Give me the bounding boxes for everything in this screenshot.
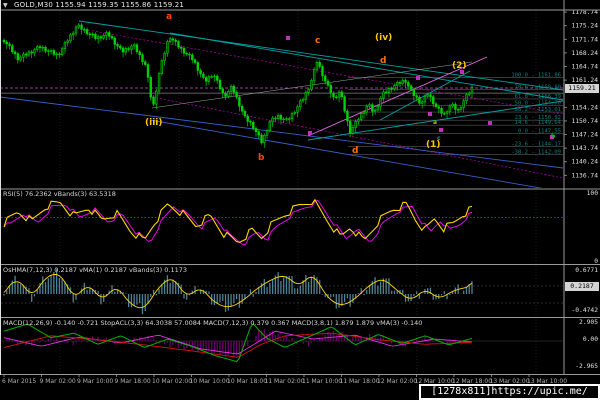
svg-text:1140.24: 1140.24 [571,159,598,166]
mt4-chart-window: a b c d d (iii) (iv) (1) (2) a c b 100.0 - 1161.86 78… [0,0,600,400]
svg-text:-38.2 - 1142.09: -38.2 - 1142.09 [511,150,561,156]
rsi-panel[interactable] [1,198,563,246]
svg-text:0: 0 [594,258,598,265]
oshma-panel-title: OsHMA(7,12,3) 0.2187 vMA(1) 0.2187 vBand… [3,266,187,274]
svg-text:38.2 - 1153.01: 38.2 - 1153.01 [515,107,561,113]
wave-label: c [437,135,441,142]
time-label: 10 Mar 18:00 [227,378,267,385]
wave-label: d [352,146,358,156]
time-label: 11 Mar 02:00 [265,378,305,385]
svg-text:100.0 - 1161.86: 100.0 - 1161.86 [511,73,561,79]
wave-labels: abcdd(iii)(iv)(1)(2)ac b [145,12,556,163]
svg-text:0.0 - 1147.55: 0.0 - 1147.55 [518,128,561,134]
chart-canvas[interactable]: abcdd(iii)(iv)(1)(2)ac b100.0 - 1161.8678… [0,0,600,400]
main-chart[interactable] [0,20,563,192]
chart-menu-icon[interactable]: ▼ [3,2,8,9]
symbol-ohlc-readout: GOLD,M30 1155.94 1159.35 1155.86 1159.21 [14,1,185,9]
svg-text:2.905: 2.905 [579,319,598,326]
wave-label: (iii) [145,118,162,128]
oshma-current-box: 0.2187 [565,282,599,291]
wave-label: a [166,12,172,22]
svg-text:0.6771: 0.6771 [575,267,598,274]
svg-text:61.8 - 1156.39: 61.8 - 1156.39 [515,94,561,100]
current-price-box: 1159.21 [565,84,599,93]
svg-text:1154.24: 1154.24 [571,104,598,111]
watermark: [1278x811]https://upic.me/ [419,384,600,400]
oshma-panel[interactable] [1,268,563,315]
svg-text:100: 100 [587,190,599,197]
time-label: 10 Mar 10:00 [190,378,230,385]
svg-text:1168.24: 1168.24 [571,50,598,57]
svg-text:1147.24: 1147.24 [571,132,598,139]
time-label: 11 Mar 18:00 [340,378,380,385]
time-label: 10 Mar 02:00 [152,378,192,385]
svg-text:1171.74: 1171.74 [571,36,598,43]
svg-text:14.6 - 1149.64: 14.6 - 1149.64 [515,120,562,126]
svg-text:-23.6 - 1144.17: -23.6 - 1144.17 [511,141,561,147]
svg-text:1143.74: 1143.74 [571,145,598,152]
wave-label: d [380,56,386,66]
time-label: 11 Mar 10:00 [302,378,342,385]
svg-text:1136.74: 1136.74 [571,172,598,179]
wave-label: (2) [452,61,467,71]
macd-panel-title: MACD(12,26,9) -0.140 -0.721 StopACL(3,3)… [3,319,423,327]
svg-text:1150.74: 1150.74 [571,118,598,125]
svg-text:1164.74: 1164.74 [571,64,598,71]
svg-text:-0.4742: -0.4742 [571,307,598,314]
svg-text:50.0 - 1154.70: 50.0 - 1154.70 [515,101,561,107]
time-label: 12 Mar 02:00 [377,378,417,385]
svg-text:-2.965: -2.965 [575,363,598,370]
svg-text:78.6 - 1158.80: 78.6 - 1158.80 [515,85,561,91]
wave-label: (iv) [375,33,392,43]
svg-text:0.00: 0.00 [583,336,598,343]
time-label: 6 Mar 2015 [2,378,36,385]
wave-label: b [258,153,265,163]
svg-text:1175.24: 1175.24 [571,23,598,30]
rsi-panel-title: RSI(5) 76.2362 vBands(3) 63.5318 [3,190,116,198]
fib-labels: 100.0 - 1161.86 78.6 - 1158.80 61.8 - 1156… [511,73,561,156]
macd-scale: 2.905 0.00 -2.965 [575,319,598,370]
wave-label: c [315,36,320,46]
macd-panel[interactable] [1,323,563,363]
time-label: 9 Mar 02:00 [40,378,76,385]
rsi-scale: 100 0 [587,190,599,265]
time-label: 9 Mar 18:00 [115,378,151,385]
wave-label: a [433,119,437,126]
time-label: 9 Mar 10:00 [77,378,113,385]
